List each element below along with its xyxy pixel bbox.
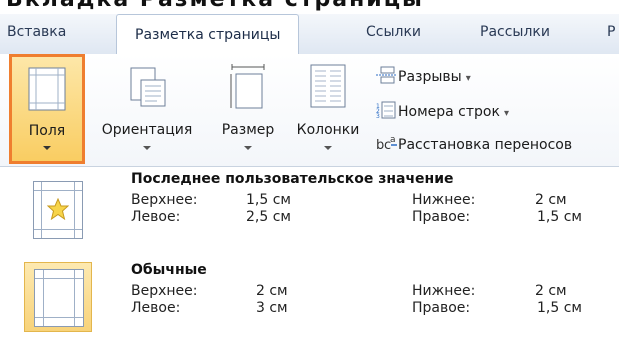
line-numbers-dropdown-arrow: ▾ xyxy=(503,108,509,119)
margins-icon xyxy=(28,67,66,115)
ribbon-tab-bar: Вставка Разметка страницы Ссылки Рассылк… xyxy=(0,14,619,55)
bottom-margin-value: 2 см xyxy=(535,283,567,299)
line-numbers-button[interactable]: 1 2 3 Номера строк ▾ xyxy=(376,101,509,123)
margin-preset-last-custom[interactable]: Последнее пользовательское значение Верх… xyxy=(14,167,619,251)
tab-mailings[interactable]: Рассылки xyxy=(480,24,550,40)
top-margin-value: 1,5 см xyxy=(246,192,291,208)
ribbon-page-setup-group: Поля Ориентация Размер Колонки Разрывы ▾… xyxy=(0,54,619,167)
tab-references[interactable]: Ссылки xyxy=(366,24,421,40)
bottom-margin-label: Нижнее: xyxy=(412,283,476,299)
page-thumbnail xyxy=(34,269,84,327)
breaks-icon xyxy=(376,66,398,88)
right-margin-label: Правое: xyxy=(412,300,471,316)
margin-preset-title: Последнее пользовательское значение xyxy=(131,171,454,187)
caption-text: Вкладка Разметка страницы xyxy=(6,0,424,12)
size-label: Размер xyxy=(221,122,275,138)
line-numbers-icon: 1 2 3 xyxy=(376,101,398,123)
left-margin-label: Левое: xyxy=(131,209,181,225)
breaks-dropdown-arrow: ▾ xyxy=(465,73,471,84)
orientation-label: Ориентация xyxy=(101,122,193,138)
tab-review[interactable]: Р xyxy=(607,24,615,40)
bottom-margin-label: Нижнее: xyxy=(412,192,476,208)
page-thumbnail xyxy=(33,181,83,239)
margin-preset-title: Обычные xyxy=(131,262,207,278)
columns-icon xyxy=(310,64,346,112)
hyphenation-icon: b c a xyxy=(376,134,398,156)
top-margin-label: Верхнее: xyxy=(131,283,198,299)
hyphenation-label: Расстановка переносов xyxy=(398,137,573,153)
left-margin-value: 3 см xyxy=(256,300,288,316)
right-margin-value: 1,5 см xyxy=(537,300,582,316)
top-margin-label: Верхнее: xyxy=(131,192,198,208)
margins-button[interactable]: Поля xyxy=(9,54,85,164)
breaks-label: Разрывы xyxy=(398,69,462,85)
normal-margins-icon xyxy=(24,262,92,332)
right-margin-label: Правое: xyxy=(412,209,471,225)
orientation-dropdown-arrow xyxy=(143,146,151,150)
columns-label: Колонки xyxy=(296,122,360,138)
caption-strip: Вкладка Разметка страницы xyxy=(0,0,619,14)
left-margin-label: Левое: xyxy=(131,300,181,316)
hyphenation-button[interactable]: b c a Расстановка переносов xyxy=(376,134,572,156)
svg-text:a: a xyxy=(390,135,396,145)
size-dropdown-arrow xyxy=(244,146,252,150)
top-margin-value: 2 см xyxy=(256,283,288,299)
margins-dropdown-arrow xyxy=(43,146,51,150)
orientation-icon xyxy=(127,64,167,112)
bottom-margin-value: 2 см xyxy=(535,192,567,208)
left-margin-value: 2,5 см xyxy=(246,209,291,225)
tab-page-layout[interactable]: Разметка страницы xyxy=(116,14,300,54)
line-numbers-label: Номера строк xyxy=(398,104,500,120)
margins-label: Поля xyxy=(28,123,66,139)
right-margin-value: 1,5 см xyxy=(537,209,582,225)
margins-dropdown-menu: Последнее пользовательское значение Верх… xyxy=(14,167,619,343)
svg-text:3: 3 xyxy=(376,113,380,119)
custom-margins-star-icon xyxy=(24,175,92,245)
tab-insert[interactable]: Вставка xyxy=(7,24,66,40)
breaks-button[interactable]: Разрывы ▾ xyxy=(376,66,471,88)
margin-preset-normal[interactable]: Обычные Верхнее: 2 см Нижнее: 2 см Левое… xyxy=(14,254,619,338)
page-size-icon xyxy=(228,64,268,114)
columns-dropdown-arrow xyxy=(324,146,332,150)
